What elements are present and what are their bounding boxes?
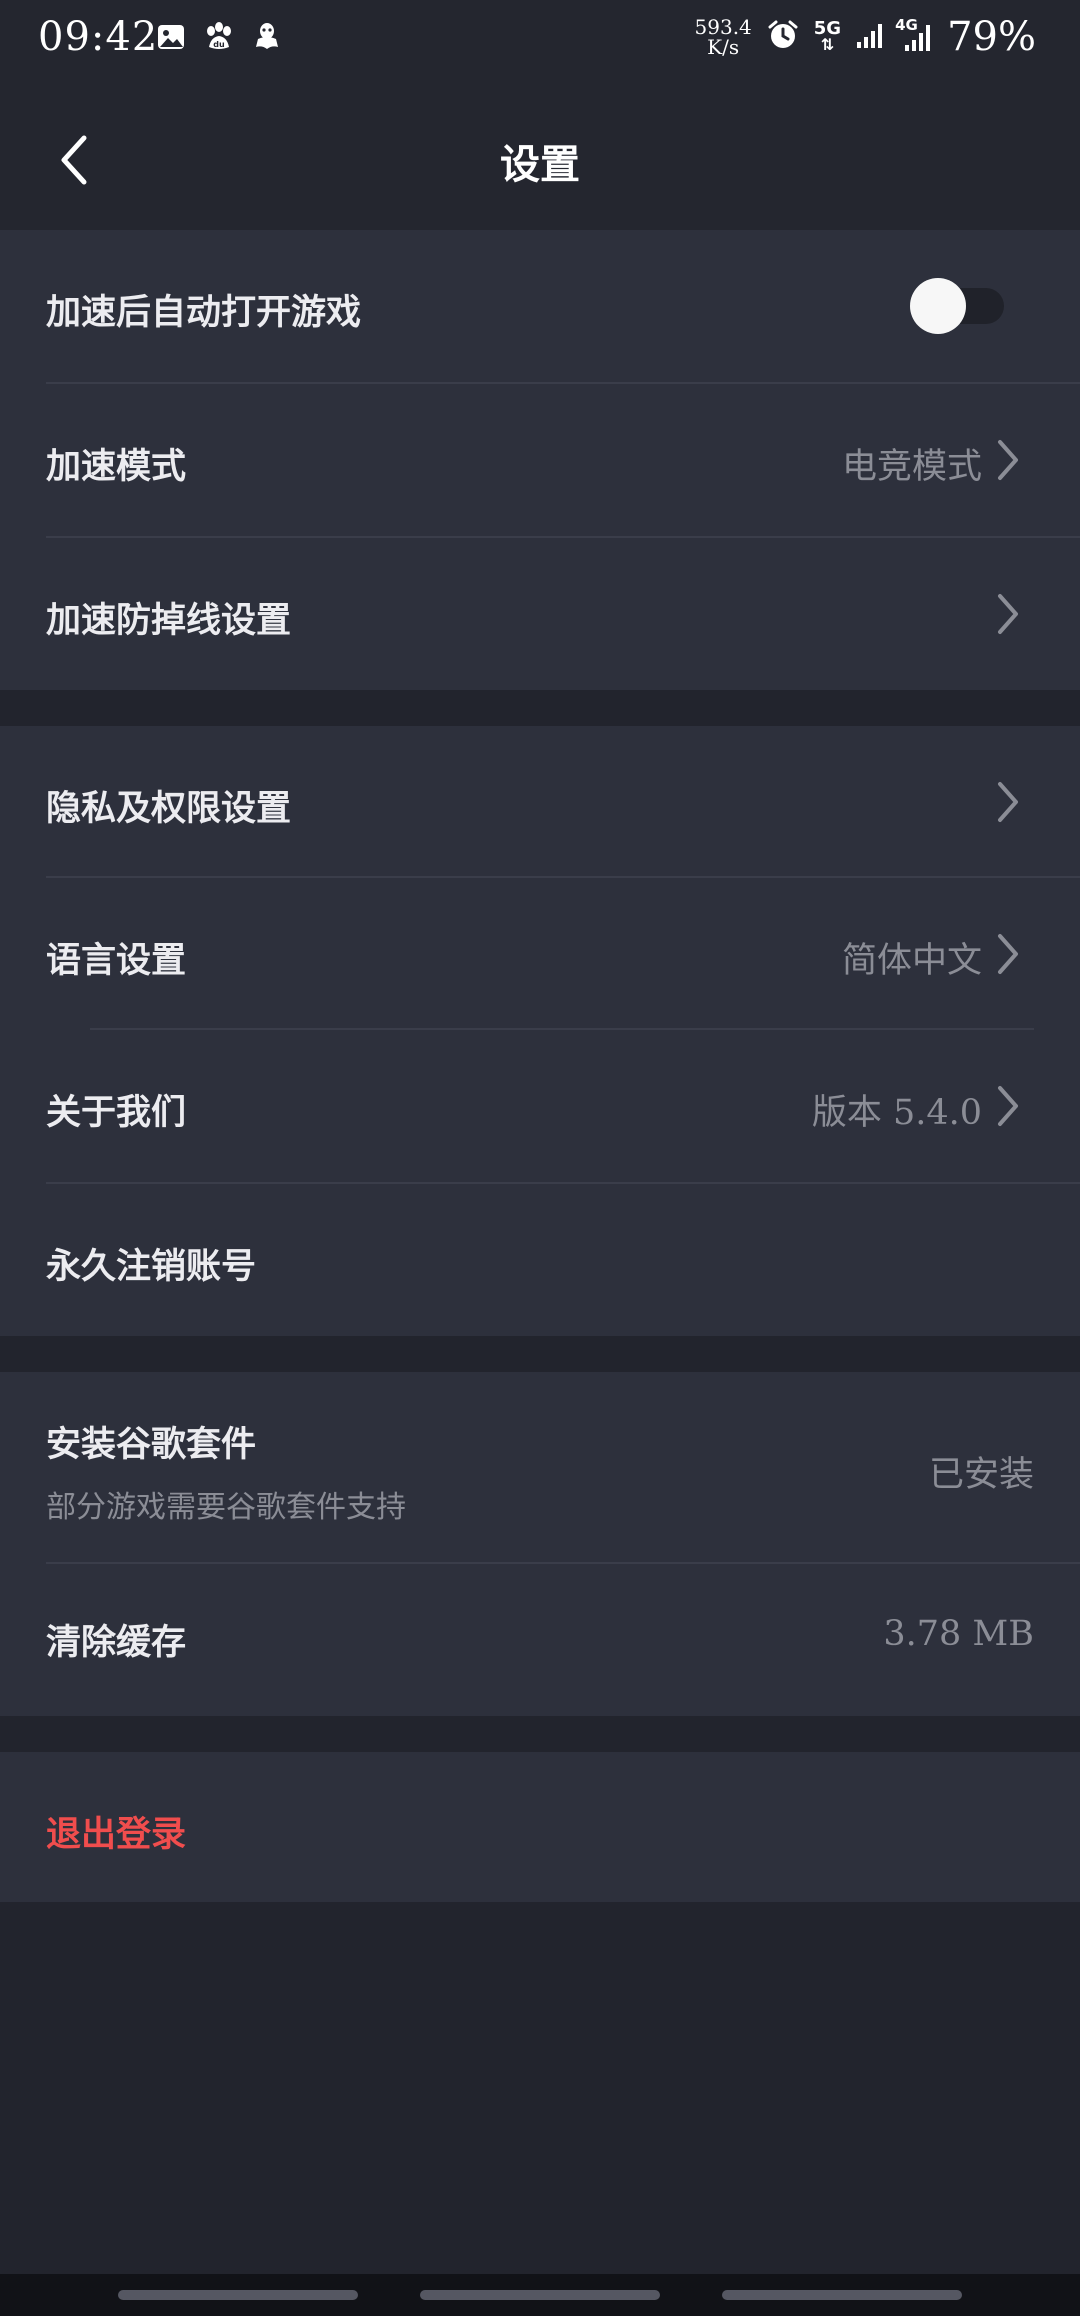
gallery-icon <box>154 20 188 54</box>
svg-text:du: du <box>213 40 225 49</box>
qq-icon <box>250 20 284 54</box>
battery-level: 79% <box>947 14 1036 60</box>
language-value: 简体中文 <box>841 941 982 981</box>
settings-group-logout: 退出登录 <box>0 1752 1080 1902</box>
settings-group-storage: 安装谷歌套件 部分游戏需要谷歌套件支持 已安装 清除缓存 3.78 MB <box>0 1372 1080 1716</box>
nav-gesture-left[interactable] <box>118 2290 358 2300</box>
notification-icons: du <box>154 20 284 54</box>
clear-cache-label: 清除缓存 <box>46 1622 187 1663</box>
settings-group-general: 隐私及权限设置 语言设置 简体中文 关于我们 版本 5.4.0 永久注销账号 <box>0 726 1080 1336</box>
network-speed: 593.4 K/s <box>695 17 752 57</box>
language-label: 语言设置 <box>46 940 187 981</box>
chevron-right-icon <box>998 594 1018 634</box>
google-suite-row[interactable]: 安装谷歌套件 部分游戏需要谷歌套件支持 已安装 <box>0 1372 1080 1562</box>
acceleration-mode-value: 电竞模式 <box>841 447 982 487</box>
delete-account-label: 永久注销账号 <box>46 1246 257 1287</box>
privacy-row[interactable]: 隐私及权限设置 <box>0 726 1080 876</box>
chevron-right-icon <box>998 782 1018 822</box>
chevron-right-icon <box>998 440 1018 480</box>
baidu-icon: du <box>202 20 236 54</box>
chevron-right-icon <box>998 934 1018 974</box>
system-navigation-bar <box>0 2274 1080 2316</box>
auto-open-game-toggle[interactable] <box>910 278 1004 334</box>
status-time: 09:42 <box>38 14 159 60</box>
about-us-row[interactable]: 关于我们 版本 5.4.0 <box>0 1030 1080 1182</box>
auto-open-game-label: 加速后自动打开游戏 <box>46 292 362 333</box>
clear-cache-row[interactable]: 清除缓存 3.78 MB <box>0 1564 1080 1716</box>
acceleration-mode-row[interactable]: 加速模式 电竞模式 <box>0 384 1080 538</box>
nav-gesture-right[interactable] <box>722 2290 962 2300</box>
status-right: 593.4 K/s 5G ⇅ 4G 79% <box>695 14 1036 60</box>
language-row[interactable]: 语言设置 简体中文 <box>0 878 1080 1028</box>
about-us-label: 关于我们 <box>46 1092 187 1133</box>
page-title: 设置 <box>500 141 580 188</box>
anti-drop-label: 加速防掉线设置 <box>46 600 292 641</box>
google-suite-status: 已安装 <box>928 1455 1034 1495</box>
network-5g-icon: 5G ⇅ <box>813 18 842 54</box>
google-suite-description: 部分游戏需要谷歌套件支持 <box>46 1490 406 1525</box>
chevron-right-icon <box>998 1086 1018 1126</box>
network-speed-unit: K/s <box>707 35 740 59</box>
network-speed-value: 593.4 <box>694 15 752 39</box>
app-version-value: 版本 5.4.0 <box>811 1093 982 1133</box>
logout-row[interactable]: 退出登录 <box>0 1752 1080 1902</box>
toggle-knob <box>910 278 966 334</box>
header: 设置 <box>0 80 1080 230</box>
privacy-label: 隐私及权限设置 <box>46 788 292 829</box>
settings-group-acceleration: 加速后自动打开游戏 加速模式 电竞模式 加速防掉线设置 <box>0 230 1080 690</box>
auto-open-game-row[interactable]: 加速后自动打开游戏 <box>0 230 1080 384</box>
signal-icon-2: 4G <box>895 17 933 53</box>
google-suite-label: 安装谷歌套件 <box>46 1424 257 1465</box>
cache-size-value: 3.78 MB <box>883 1614 1034 1654</box>
anti-drop-row[interactable]: 加速防掉线设置 <box>0 538 1080 690</box>
delete-account-row[interactable]: 永久注销账号 <box>0 1184 1080 1336</box>
alarm-icon <box>766 18 800 56</box>
status-bar: 09:42 du 593.4 K/s 5G ⇅ 4G 79% <box>0 0 1080 80</box>
network-4g-label: 4G <box>895 16 918 34</box>
logout-button[interactable]: 退出登录 <box>46 1806 186 1857</box>
acceleration-mode-label: 加速模式 <box>46 446 187 487</box>
signal-icon-1 <box>855 20 885 54</box>
nav-gesture-center[interactable] <box>420 2290 660 2300</box>
